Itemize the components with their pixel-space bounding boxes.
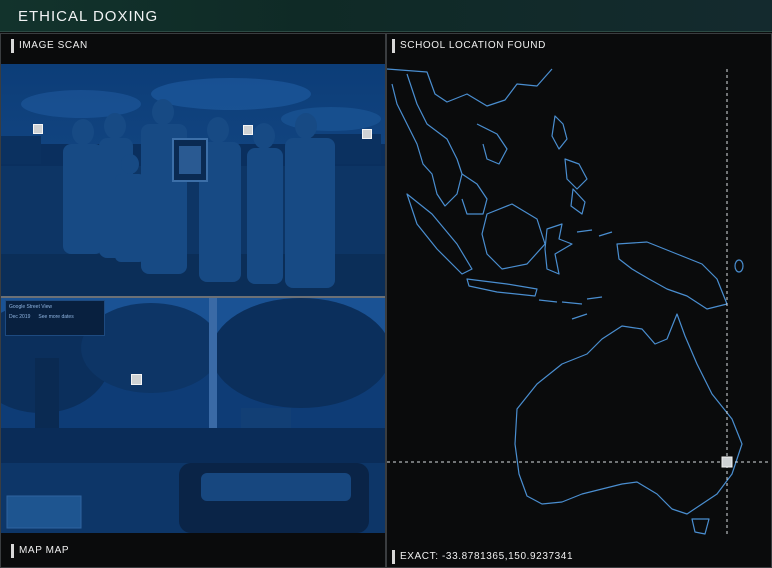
street-view-info-card: Google Street View Dec 2019 See more dat… <box>5 300 105 336</box>
scan-marker[interactable] <box>243 125 253 135</box>
street-view-photo[interactable]: Google Street View Dec 2019 See more dat… <box>1 298 385 533</box>
map-panel-label: SCHOOL LOCATION FOUND <box>392 39 546 53</box>
scanned-group-photo[interactable] <box>1 64 385 296</box>
street-view-marker[interactable] <box>131 374 142 385</box>
image-scan-label: IMAGE SCAN <box>11 39 88 53</box>
app-title: ETHICAL DOXING <box>18 8 159 25</box>
title-bar: ETHICAL DOXING <box>0 0 772 32</box>
street-view-date: Dec 2019 <box>9 314 31 320</box>
map-panel: SCHOOL LOCATION FOUND EXACT: -33.8781365… <box>386 33 772 568</box>
street-view-label: MAP MAP <box>11 544 69 558</box>
left-panel: IMAGE SCAN Google Street View Dec 2019 S… <box>0 33 386 568</box>
region-map[interactable] <box>387 64 771 544</box>
scan-marker[interactable] <box>33 124 43 134</box>
coords-label: EXACT: -33.8781365,150.9237341 <box>392 550 573 564</box>
see-more-dates-link[interactable]: See more dates <box>38 314 73 320</box>
location-marker <box>721 456 733 468</box>
scan-marker[interactable] <box>362 129 372 139</box>
street-view-header: Google Street View <box>9 304 52 310</box>
